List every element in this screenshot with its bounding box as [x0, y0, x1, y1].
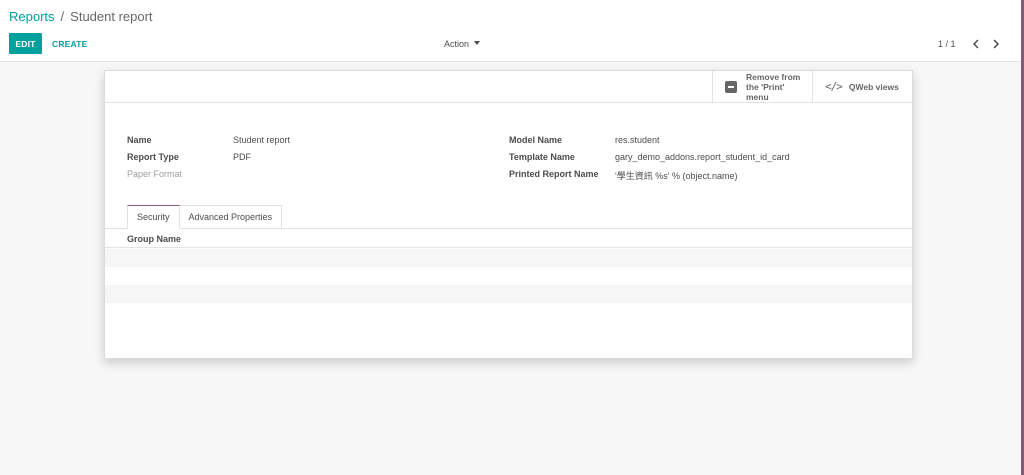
action-dropdown-label: Action	[444, 38, 470, 49]
minus-square-icon	[725, 80, 737, 93]
breadcrumb: Reports / Student report	[9, 9, 153, 24]
table-row	[105, 249, 912, 267]
template-name-label: Template Name	[509, 152, 575, 162]
template-name-value[interactable]: gary_demo_addons.report_student_id_card	[615, 152, 790, 162]
remove-from-print-menu-button[interactable]: Remove from the 'Print' menu	[712, 71, 812, 102]
control-panel: Reports / Student report EDIT CREATE Act…	[0, 0, 1021, 62]
action-dropdown[interactable]: Action	[444, 33, 481, 54]
table-row	[105, 285, 912, 303]
smart-button-box: Remove from the 'Print' menu </> QWeb vi…	[105, 71, 912, 103]
create-button[interactable]: CREATE	[48, 33, 92, 54]
name-label: Name	[127, 135, 152, 145]
report-type-label: Report Type	[127, 152, 179, 162]
pager: 1 / 1	[938, 33, 1003, 54]
chevron-left-icon[interactable]	[969, 36, 983, 52]
tab-security[interactable]: Security	[127, 205, 180, 229]
pager-value[interactable]: 1 / 1	[938, 39, 956, 49]
breadcrumb-reports-link[interactable]: Reports	[9, 9, 55, 24]
table-row	[105, 267, 912, 285]
notebook-tabs: Security Advanced Properties	[127, 205, 283, 229]
code-icon: </>	[825, 80, 843, 93]
chevron-right-icon[interactable]	[989, 36, 1003, 52]
model-name-value[interactable]: res.student	[615, 135, 660, 145]
qweb-views-button[interactable]: </> QWeb views	[812, 71, 912, 102]
printed-report-name-label: Printed Report Name	[509, 169, 599, 179]
remove-from-print-menu-label: Remove from the 'Print' menu	[746, 71, 801, 102]
qweb-views-label: QWeb views	[848, 81, 899, 92]
form-sheet: Remove from the 'Print' menu </> QWeb vi…	[104, 70, 913, 359]
group-name-column-header[interactable]: Group Name	[127, 234, 181, 244]
paper-format-label: Paper Format	[127, 169, 183, 179]
printed-report-name-value[interactable]: '學生資訊 %s' % (object.name)	[615, 169, 737, 182]
table-row	[105, 303, 912, 321]
caret-down-icon	[474, 40, 481, 45]
breadcrumb-current: Student report	[70, 9, 153, 24]
tab-advanced-properties[interactable]: Advanced Properties	[179, 205, 283, 229]
model-name-label: Model Name	[509, 135, 563, 145]
report-type-value[interactable]: PDF	[233, 152, 251, 162]
table-header: Group Name	[105, 230, 912, 248]
breadcrumb-separator: /	[60, 9, 65, 24]
edit-button[interactable]: EDIT	[9, 33, 42, 54]
name-value[interactable]: Student report	[233, 135, 290, 145]
